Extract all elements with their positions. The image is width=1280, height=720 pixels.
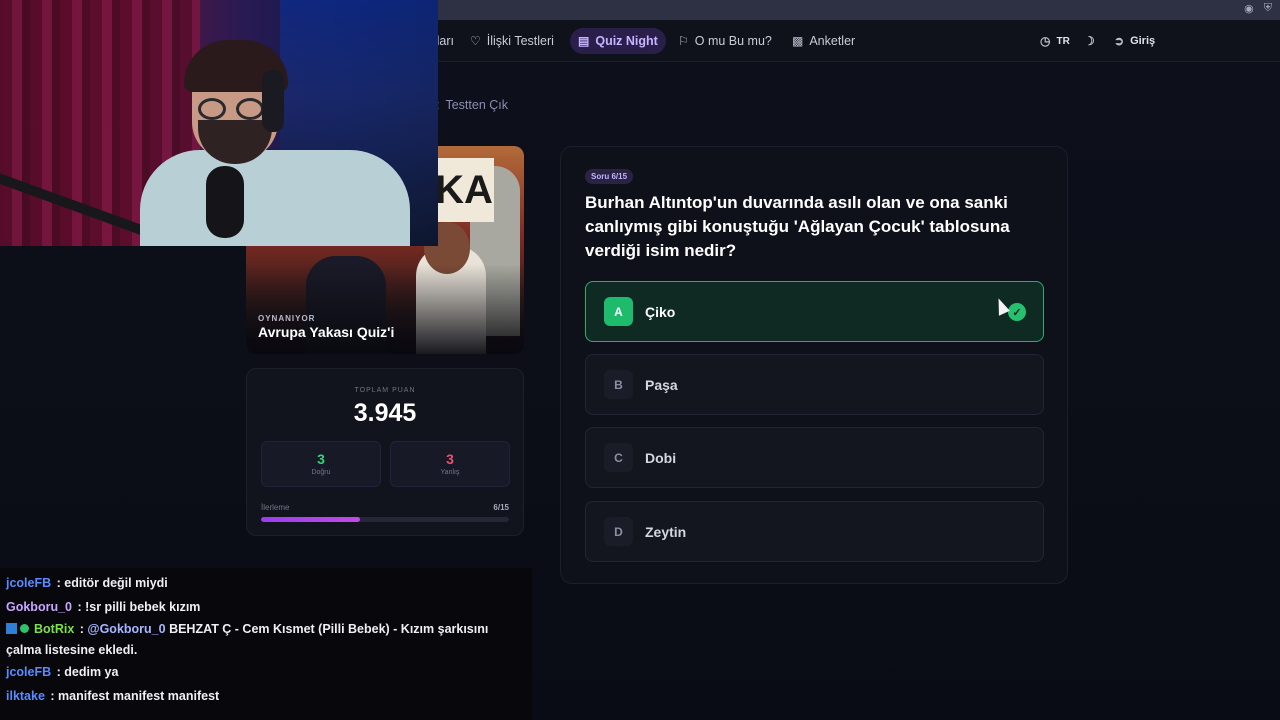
option-label: Çiko [645,303,676,320]
wrong-count: 3 [446,451,454,467]
check-icon: ✓ [1008,303,1026,321]
chat-username[interactable]: BotRix [34,622,74,636]
answer-option-c[interactable]: C Dobi [585,427,1044,488]
language-label: TR [1056,35,1070,47]
exit-quiz-link[interactable]: : Testten Çık [436,98,508,112]
progress-bar-fill [261,517,361,522]
progress-label: İlerleme [261,503,290,512]
chat-text: dedim ya [64,665,119,679]
bot-badge-icon [6,623,17,634]
exit-label: Testten Çık [445,98,509,112]
chat-username[interactable]: jcoleFB [6,576,51,590]
globe-icon: ◷ [1040,34,1051,48]
chat-badges [6,619,34,640]
chat-message: Gokboru_0 : !sr pilli bebek kızım [6,599,201,614]
stream-chat: jcoleFB : editör değil miydi Gokboru_0 :… [0,568,532,720]
chat-message: jcoleFB : editör değil miydi [6,576,168,590]
option-key: C [604,443,633,472]
correct-count: 3 [317,451,325,467]
correct-label: Doğru [311,469,331,476]
nav-item-iliski-testleri[interactable]: ♡ İlişki Testleri [462,28,562,54]
webcam-overlay [0,0,438,246]
option-label: Paşa [645,376,678,393]
trophy-icon: ⚐ [678,34,689,48]
chat-username[interactable]: ilktake [6,689,45,703]
chat-username[interactable]: Gokboru_0 [6,600,72,614]
login-button[interactable]: ➲ Giriş [1106,28,1163,54]
nav-item-o-mu-bu-mu[interactable]: ⚐ O mu Bu mu? [670,28,780,54]
chat-text-cont: çalma listesine ekledi. [6,643,138,657]
chat-mention[interactable]: @Gokboru_0 [87,622,165,636]
score-label: TOPLAM PUAN [354,387,416,394]
quiz-title: Avrupa Yakası Quiz'i [258,324,395,340]
chat-message: jcoleFB : dedim ya [6,665,119,679]
nav-item-label: İlişki Testleri [486,34,554,48]
camera-icon[interactable]: ◉ [1244,2,1254,15]
correct-count-box: 3 Doğru [261,441,381,487]
nav-item-label: O mu Bu mu? [694,34,772,48]
option-key: B [604,370,633,399]
heart-icon: ♡ [470,34,481,48]
answer-option-d[interactable]: D Zeytin [585,501,1044,562]
bar-chart-icon: ▩ [792,34,804,48]
score-card: TOPLAM PUAN 3.945 3 Doğru 3 Yanlış İlerl… [246,368,524,536]
chat-text: !sr pilli bebek kızım [85,599,201,614]
moon-icon: ☽ [1084,34,1095,48]
shield-icon[interactable]: ⛨ [1264,2,1272,15]
chat-message: ilktake : manifest manifest manifest [6,688,220,703]
question-text: Burhan Altıntop'un duvarında asılı olan … [585,193,1010,260]
question-card: Soru 6/15 Burhan Altıntop'un duvarında a… [560,146,1068,584]
option-key: A [604,297,633,326]
chat-text: manifest manifest manifest [58,688,220,703]
login-label: Giriş [1130,35,1156,47]
total-score: 3.945 [353,399,417,427]
nav-item-anketler[interactable]: ▩ Anketler [784,28,863,54]
nav-item-label: Anketler [809,34,856,48]
answer-option-b[interactable]: B Paşa [585,354,1044,415]
wrong-label: Yanlış [440,469,460,476]
progress-count: 6/15 [493,503,509,512]
verified-badge-icon [20,624,29,633]
option-label: Dobi [645,449,677,466]
login-icon: ➲ [1114,34,1125,48]
answer-option-a[interactable]: A Çiko ✓ [585,281,1044,342]
nav-item-label: ları [438,34,454,48]
chat-message: BotRix : @Gokboru_0 BEHZAT Ç - Cem Kısme… [6,619,526,661]
microphone [206,166,244,238]
cover-sign: KA [434,158,494,222]
progress-bar [261,517,509,522]
playing-status: OYNANIYOR [258,314,316,323]
chat-username[interactable]: jcoleFB [6,665,51,679]
option-key: D [604,517,633,546]
language-switch[interactable]: ◷ TR [1032,28,1078,54]
wrong-count-box: 3 Yanlış [390,441,510,487]
theme-toggle[interactable]: ☽ [1076,28,1103,54]
chat-text: BEHZAT Ç - Cem Kısmet (Pilli Bebek) - Kı… [169,622,489,636]
question-number-badge: Soru 6/15 [585,169,634,184]
quiz-icon: ▤ [578,34,590,48]
chat-text: editör değil miydi [64,576,168,590]
nav-item-quiz-night[interactable]: ▤ Quiz Night [570,28,666,54]
option-label: Zeytin [645,523,687,540]
nav-item-label: Quiz Night [595,34,658,48]
